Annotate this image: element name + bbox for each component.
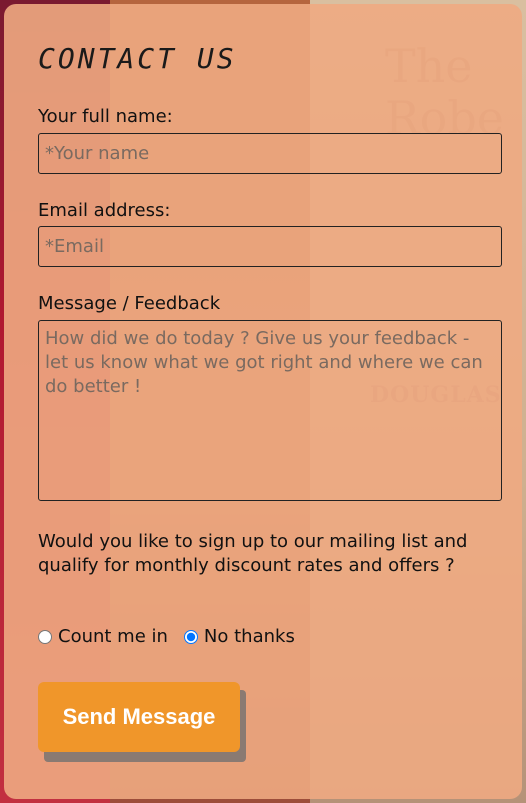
contact-form-card: CONTACT US Your full name: Email address…	[4, 4, 522, 799]
name-input[interactable]	[38, 133, 502, 174]
name-label: Your full name:	[38, 106, 173, 127]
message-label: Message / Feedback	[38, 293, 221, 314]
send-message-button[interactable]: Send Message	[38, 682, 240, 752]
mailing-list-options: Count me in No thanks	[38, 626, 311, 647]
message-textarea[interactable]	[38, 320, 502, 501]
option-count-me-in-label: Count me in	[58, 626, 168, 647]
option-no-thanks-label: No thanks	[203, 626, 295, 647]
radio-no-thanks[interactable]	[183, 629, 198, 644]
radio-count-me-in[interactable]	[38, 629, 52, 644]
form-title: CONTACT US	[38, 42, 237, 75]
option-no-thanks[interactable]: No thanks	[183, 626, 295, 647]
option-count-me-in[interactable]: Count me in	[38, 626, 168, 647]
email-input[interactable]	[38, 226, 502, 267]
email-label: Email address:	[38, 200, 171, 221]
mailing-list-question: Would you like to sign up to our mailing…	[38, 531, 468, 576]
